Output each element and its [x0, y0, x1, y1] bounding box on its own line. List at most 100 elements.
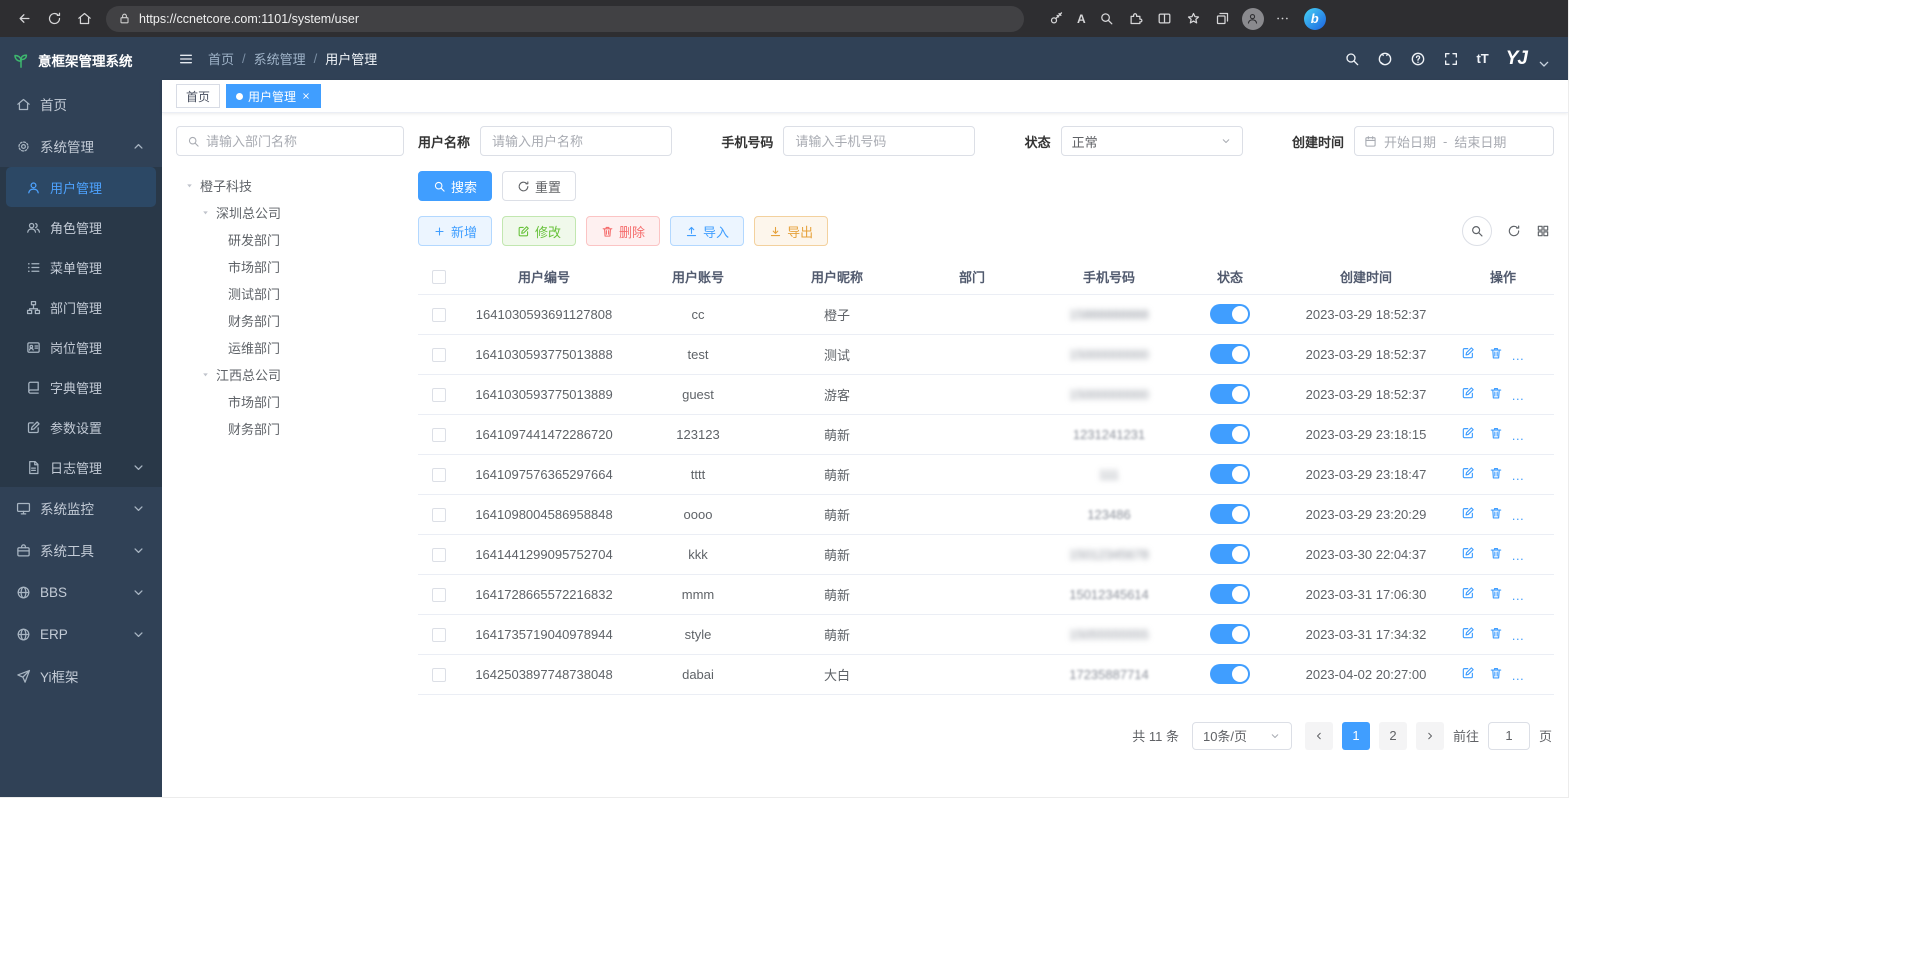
row-delete-icon[interactable]: [1489, 666, 1503, 680]
sidebar-item-system-management[interactable]: 系统管理: [0, 125, 162, 167]
table-row[interactable]: 1642503897748738048 dabai 大白 17235887714…: [418, 654, 1554, 694]
page-2-button[interactable]: 2: [1379, 722, 1407, 750]
page-1-button[interactable]: 1: [1342, 722, 1370, 750]
sidebar-collapse-icon[interactable]: [178, 50, 194, 66]
phone-input[interactable]: [783, 126, 975, 156]
row-edit-icon[interactable]: [1461, 666, 1475, 680]
table-row[interactable]: 1641728665572216832 mmm 萌新 15012345614 2…: [418, 574, 1554, 614]
table-row[interactable]: 1641441299095752704 kkk 萌新 15012345678 2…: [418, 534, 1554, 574]
table-row[interactable]: 1641098004586958848 oooo 萌新 123486 2023-…: [418, 494, 1554, 534]
next-page-button[interactable]: [1416, 722, 1444, 750]
sidebar-item-user-management[interactable]: 用户管理: [6, 167, 156, 207]
sidebar-item-system-tools[interactable]: 系统工具: [0, 529, 162, 571]
header-search-icon[interactable]: [1344, 51, 1360, 67]
row-reset-password-icon[interactable]: [1516, 626, 1530, 640]
row-reset-password-icon[interactable]: [1516, 666, 1530, 680]
department-search-input[interactable]: [206, 134, 393, 149]
breadcrumb-home[interactable]: 首页: [208, 49, 234, 68]
add-button[interactable]: 新增: [418, 216, 492, 246]
import-button[interactable]: 导入: [670, 216, 744, 246]
toggle-search-icon[interactable]: [1462, 216, 1492, 246]
row-edit-icon[interactable]: [1461, 586, 1475, 600]
font-size-icon[interactable]: tT: [1476, 51, 1488, 66]
row-checkbox[interactable]: [432, 628, 446, 642]
column-settings-icon[interactable]: [1536, 224, 1550, 238]
row-checkbox[interactable]: [432, 428, 446, 442]
favorites-icon[interactable]: [1180, 5, 1208, 33]
row-assign-role-icon[interactable]: [1544, 626, 1554, 640]
delete-button[interactable]: 删除: [586, 216, 660, 246]
tree-node-dept[interactable]: 研发部门: [176, 226, 404, 253]
status-toggle[interactable]: [1210, 384, 1250, 404]
status-select[interactable]: 正常: [1061, 126, 1243, 156]
row-assign-role-icon[interactable]: [1544, 426, 1554, 440]
reset-button[interactable]: 重置: [502, 171, 576, 201]
browser-more-icon[interactable]: [1269, 5, 1297, 33]
split-screen-icon[interactable]: [1151, 5, 1179, 33]
status-toggle[interactable]: [1210, 624, 1250, 644]
goto-page-input[interactable]: [1488, 722, 1530, 750]
tree-node-dept[interactable]: 财务部门: [176, 415, 404, 442]
user-avatar[interactable]: YJ: [1506, 48, 1527, 70]
row-reset-password-icon[interactable]: [1516, 386, 1530, 400]
row-edit-icon[interactable]: [1461, 506, 1475, 520]
collections-icon[interactable]: [1209, 5, 1237, 33]
tab-home[interactable]: 首页: [176, 84, 220, 108]
row-edit-icon[interactable]: [1461, 466, 1475, 480]
select-all-checkbox[interactable]: [432, 270, 446, 284]
row-assign-role-icon[interactable]: [1544, 386, 1554, 400]
row-edit-icon[interactable]: [1461, 346, 1475, 360]
row-reset-password-icon[interactable]: [1516, 426, 1530, 440]
sidebar-item-system-monitor[interactable]: 系统监控: [0, 487, 162, 529]
row-edit-icon[interactable]: [1461, 386, 1475, 400]
refresh-table-icon[interactable]: [1507, 224, 1521, 238]
read-aloud-icon[interactable]: A: [1071, 5, 1092, 33]
row-delete-icon[interactable]: [1489, 426, 1503, 440]
row-delete-icon[interactable]: [1489, 346, 1503, 360]
row-reset-password-icon[interactable]: [1516, 586, 1530, 600]
back-button[interactable]: [10, 5, 38, 33]
address-bar[interactable]: https://ccnetcore.com:1101/system/user: [106, 6, 1024, 32]
row-assign-role-icon[interactable]: [1544, 546, 1554, 560]
row-assign-role-icon[interactable]: [1544, 666, 1554, 680]
status-toggle[interactable]: [1210, 664, 1250, 684]
tab-user-management[interactable]: 用户管理: [226, 84, 321, 108]
row-delete-icon[interactable]: [1489, 586, 1503, 600]
status-toggle[interactable]: [1210, 504, 1250, 524]
bing-icon[interactable]: b: [1304, 8, 1326, 30]
prev-page-button[interactable]: [1305, 722, 1333, 750]
sidebar-item-role-management[interactable]: 角色管理: [0, 207, 162, 247]
password-key-icon[interactable]: [1042, 5, 1070, 33]
table-row[interactable]: 1641735719040978944 style 萌新 15055555555…: [418, 614, 1554, 654]
caret-down-icon[interactable]: [200, 369, 211, 380]
sidebar-item-department-management[interactable]: 部门管理: [0, 287, 162, 327]
sidebar-item-parameter-settings[interactable]: 参数设置: [0, 407, 162, 447]
table-row[interactable]: 1641097576365297664 tttt 萌新 111 2023-03-…: [418, 454, 1554, 494]
sidebar-item-erp[interactable]: ERP: [0, 613, 162, 655]
row-assign-role-icon[interactable]: [1544, 466, 1554, 480]
tab-close-icon[interactable]: [301, 91, 311, 101]
breadcrumb-system[interactable]: 系统管理: [254, 49, 306, 68]
sidebar-item-log-management[interactable]: 日志管理: [0, 447, 162, 487]
row-edit-icon[interactable]: [1461, 626, 1475, 640]
row-delete-icon[interactable]: [1489, 506, 1503, 520]
row-checkbox[interactable]: [432, 588, 446, 602]
export-button[interactable]: 导出: [754, 216, 828, 246]
row-checkbox[interactable]: [432, 308, 446, 322]
row-reset-password-icon[interactable]: [1516, 546, 1530, 560]
tree-node-dept[interactable]: 市场部门: [176, 388, 404, 415]
row-edit-icon[interactable]: [1461, 426, 1475, 440]
user-menu-caret-icon[interactable]: [1536, 56, 1552, 72]
row-checkbox[interactable]: [432, 388, 446, 402]
profile-avatar[interactable]: [1242, 8, 1264, 30]
tree-node-dept[interactable]: 市场部门: [176, 253, 404, 280]
date-range-picker[interactable]: 开始日期 - 结束日期: [1354, 126, 1554, 156]
sidebar-item-post-management[interactable]: 岗位管理: [0, 327, 162, 367]
row-reset-password-icon[interactable]: [1516, 506, 1530, 520]
row-checkbox[interactable]: [432, 508, 446, 522]
row-reset-password-icon[interactable]: [1516, 466, 1530, 480]
row-checkbox[interactable]: [432, 468, 446, 482]
search-button[interactable]: 搜索: [418, 171, 492, 201]
status-toggle[interactable]: [1210, 304, 1250, 324]
zoom-icon[interactable]: [1093, 5, 1121, 33]
